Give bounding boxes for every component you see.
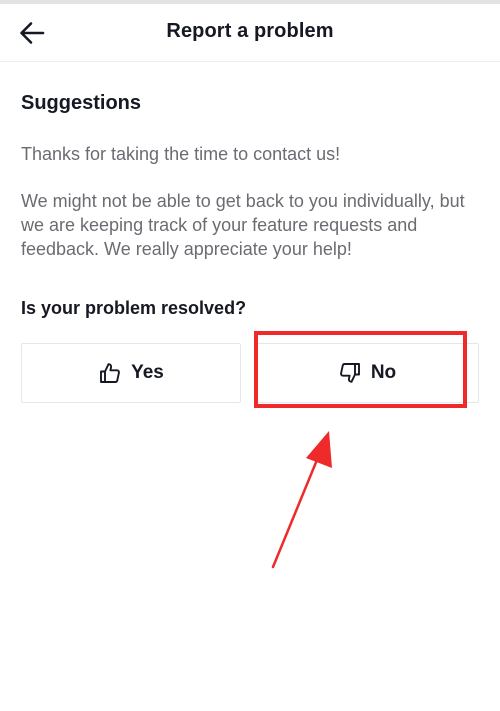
- section-heading: Suggestions: [21, 92, 142, 114]
- thumbs-down-icon: [338, 361, 362, 385]
- report-problem-screen: Report a problem Suggestions Thanks for …: [0, 0, 500, 711]
- thumbs-up-icon: [98, 361, 122, 385]
- no-button[interactable]: No: [255, 343, 479, 403]
- top-app-bar: Report a problem: [0, 4, 500, 62]
- no-label: No: [370, 362, 397, 383]
- resolved-question: Is your problem resolved?: [21, 298, 247, 318]
- yes-button[interactable]: Yes: [21, 343, 241, 403]
- page-title: Report a problem: [166, 20, 334, 42]
- feedback-info-text: We might not be able to get back to you …: [21, 191, 465, 259]
- thanks-text: Thanks for taking the time to contact us…: [21, 144, 341, 164]
- yes-label: Yes: [131, 362, 164, 383]
